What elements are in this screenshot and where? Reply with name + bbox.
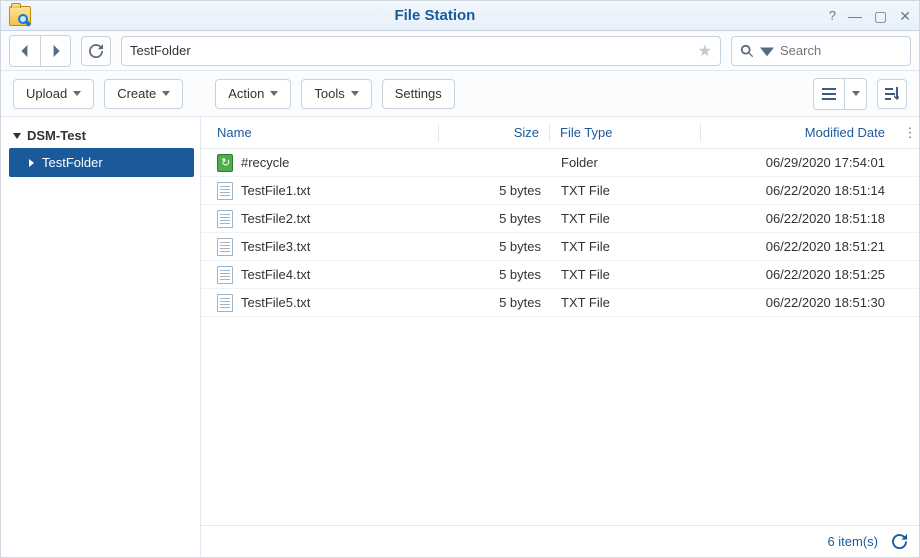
file-size: 5 bytes	[441, 183, 551, 198]
recycle-folder-icon	[217, 154, 233, 172]
forward-button[interactable]	[40, 36, 70, 66]
sidebar: DSM-Test TestFolder	[1, 117, 201, 557]
col-date-header[interactable]: Modified Date	[701, 125, 901, 140]
table-row[interactable]: TestFile2.txt 5 bytesTXT File06/22/2020 1…	[201, 205, 919, 233]
chevron-down-icon	[13, 133, 21, 139]
create-label: Create	[117, 86, 156, 101]
column-options-icon[interactable]: ⋮	[901, 125, 919, 141]
status-bar: 6 item(s)	[201, 525, 919, 557]
file-name: TestFile5.txt	[241, 295, 310, 310]
help-icon[interactable]: ?	[829, 9, 836, 23]
tree-root-label: DSM-Test	[27, 128, 86, 143]
file-modified: 06/22/2020 18:51:30	[701, 295, 901, 310]
table-header: Name Size File Type Modified Date ⋮	[201, 117, 919, 149]
chevron-down-icon	[852, 91, 860, 96]
item-count: 6 item(s)	[827, 534, 878, 549]
close-icon[interactable]: ✕	[899, 9, 911, 23]
file-type: TXT File	[551, 239, 701, 254]
path-box[interactable]: ★	[121, 36, 721, 66]
file-type: TXT File	[551, 267, 701, 282]
file-txt-icon	[217, 238, 233, 256]
minimize-icon[interactable]: —	[848, 9, 862, 23]
file-name: TestFile4.txt	[241, 267, 310, 282]
nav-toolbar: ★	[1, 31, 919, 71]
file-modified: 06/22/2020 18:51:14	[701, 183, 901, 198]
file-table: Name Size File Type Modified Date ⋮ #rec…	[201, 117, 919, 525]
view-mode-group	[813, 78, 867, 110]
back-button[interactable]	[10, 36, 40, 66]
tools-label: Tools	[314, 86, 344, 101]
path-input[interactable]	[130, 43, 692, 58]
file-txt-icon	[217, 294, 233, 312]
action-toolbar: Upload Create Action Tools Settings	[1, 71, 919, 117]
file-modified: 06/22/2020 18:51:25	[701, 267, 901, 282]
settings-label: Settings	[395, 86, 442, 101]
action-button[interactable]: Action	[215, 79, 291, 109]
col-type-header[interactable]: File Type	[550, 125, 700, 140]
upload-button[interactable]: Upload	[13, 79, 94, 109]
file-type: TXT File	[551, 211, 701, 226]
file-size: 5 bytes	[441, 267, 551, 282]
chevron-down-icon	[351, 91, 359, 96]
file-txt-icon	[217, 266, 233, 284]
table-row[interactable]: TestFile1.txt 5 bytesTXT File06/22/2020 1…	[201, 177, 919, 205]
titlebar: File Station ? — ▢ ✕	[1, 1, 919, 31]
tree-child-label: TestFolder	[42, 155, 103, 170]
col-name-header[interactable]: Name	[201, 125, 438, 140]
chevron-down-icon	[270, 91, 278, 96]
chevron-down-icon	[162, 91, 170, 96]
favorite-star-icon[interactable]: ★	[698, 41, 712, 61]
file-modified: 06/22/2020 18:51:18	[701, 211, 901, 226]
upload-label: Upload	[26, 86, 67, 101]
table-row[interactable]: TestFile3.txt 5 bytesTXT File06/22/2020 1…	[201, 233, 919, 261]
file-name: TestFile3.txt	[241, 239, 310, 254]
sort-button[interactable]	[877, 79, 907, 109]
file-name: TestFile1.txt	[241, 183, 310, 198]
file-type: TXT File	[551, 295, 701, 310]
file-name: #recycle	[241, 155, 289, 170]
file-txt-icon	[217, 210, 233, 228]
chevron-right-icon	[29, 159, 34, 167]
search-box[interactable]	[731, 36, 911, 66]
view-dropdown-button[interactable]	[844, 79, 866, 109]
file-modified: 06/22/2020 18:51:21	[701, 239, 901, 254]
tree-root-node[interactable]: DSM-Test	[9, 123, 194, 148]
file-size: 5 bytes	[441, 239, 551, 254]
table-row[interactable]: TestFile5.txt 5 bytesTXT File06/22/2020 1…	[201, 289, 919, 317]
refresh-status-icon[interactable]	[892, 534, 907, 549]
file-size: 5 bytes	[441, 211, 551, 226]
settings-button[interactable]: Settings	[382, 79, 455, 109]
search-input[interactable]	[780, 43, 920, 58]
chevron-down-icon	[73, 91, 81, 96]
file-txt-icon	[217, 182, 233, 200]
table-row[interactable]: #recycle Folder06/29/2020 17:54:01	[201, 149, 919, 177]
file-size: 5 bytes	[441, 295, 551, 310]
action-label: Action	[228, 86, 264, 101]
maximize-icon[interactable]: ▢	[874, 9, 887, 23]
table-row[interactable]: TestFile4.txt 5 bytesTXT File06/22/2020 1…	[201, 261, 919, 289]
tree-child-node[interactable]: TestFolder	[9, 148, 194, 177]
file-type: Folder	[551, 155, 701, 170]
file-modified: 06/29/2020 17:54:01	[701, 155, 901, 170]
search-icon	[740, 44, 754, 58]
col-size-header[interactable]: Size	[439, 125, 549, 140]
file-name: TestFile2.txt	[241, 211, 310, 226]
create-button[interactable]: Create	[104, 79, 183, 109]
list-view-button[interactable]	[814, 79, 844, 109]
refresh-button[interactable]	[81, 36, 111, 66]
search-dropdown-icon[interactable]	[760, 44, 774, 58]
tools-button[interactable]: Tools	[301, 79, 371, 109]
window-title: File Station	[41, 7, 829, 24]
file-type: TXT File	[551, 183, 701, 198]
app-folder-icon	[9, 6, 31, 26]
